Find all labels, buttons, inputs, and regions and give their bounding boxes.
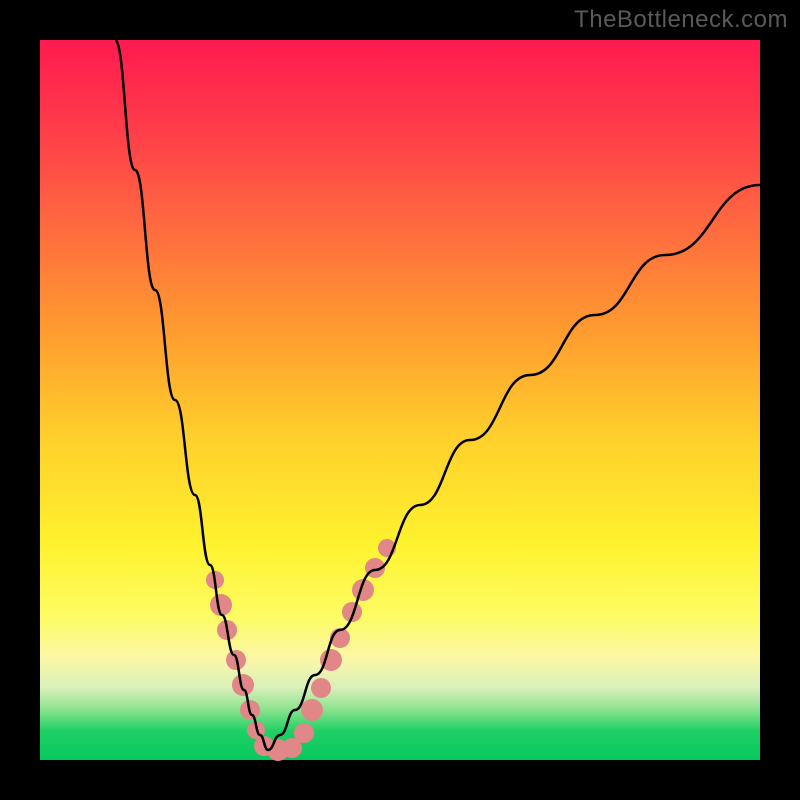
highlight-bead (311, 678, 331, 698)
chart-frame: TheBottleneck.com (0, 0, 800, 800)
left-curve (115, 40, 268, 750)
watermark-text: TheBottleneck.com (574, 6, 788, 34)
plot-area (40, 40, 760, 760)
highlight-bead (294, 723, 314, 743)
right-curve (268, 185, 760, 750)
highlight-bead (232, 674, 254, 696)
curve-svg (40, 40, 760, 760)
marker-group (206, 539, 396, 761)
highlight-bead (301, 699, 323, 721)
